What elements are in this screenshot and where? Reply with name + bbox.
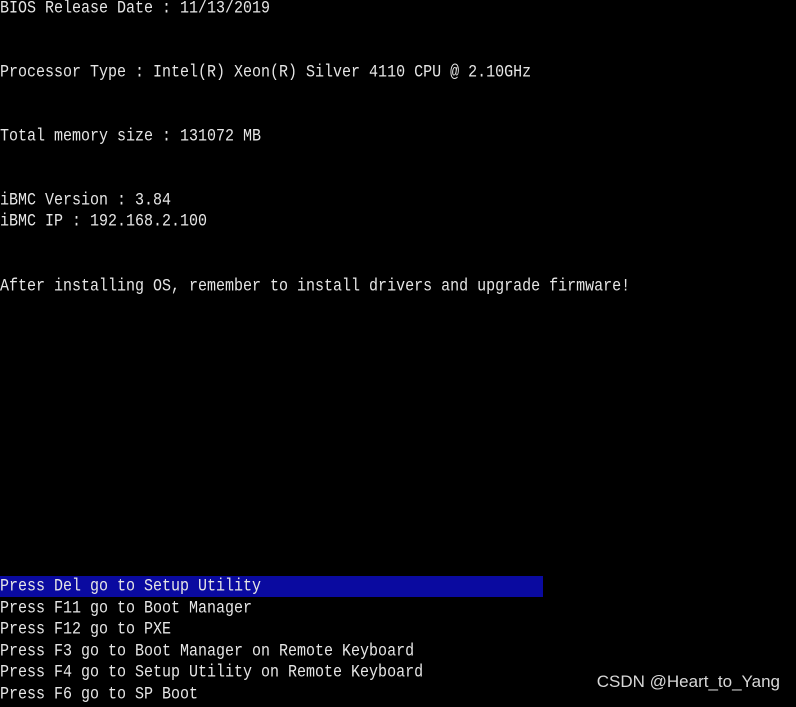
processor-type: Processor Type : Intel(R) Xeon(R) Silver… — [0, 62, 532, 83]
menu-item-remote-setup-utility[interactable]: Press F4 go to Setup Utility on Remote K… — [0, 662, 423, 683]
menu-item-boot-manager[interactable]: Press F11 go to Boot Manager — [0, 598, 252, 619]
bios-release-date: BIOS Release Date : 11/13/2019 — [0, 0, 271, 19]
menu-item-remote-boot-manager[interactable]: Press F3 go to Boot Manager on Remote Ke… — [0, 641, 414, 662]
menu-item-setup-utility[interactable]: Press Del go to Setup Utility — [0, 576, 543, 597]
menu-item-pxe[interactable]: Press F12 go to PXE — [0, 619, 171, 640]
watermark: CSDN @Heart_to_Yang — [596, 672, 780, 691]
total-memory: Total memory size : 131072 MB — [0, 126, 262, 147]
ibmc-ip: iBMC IP : 192.168.2.100 — [0, 211, 208, 232]
ibmc-version: iBMC Version : 3.84 — [0, 190, 172, 211]
notice-text: After installing OS, remember to install… — [0, 276, 631, 297]
